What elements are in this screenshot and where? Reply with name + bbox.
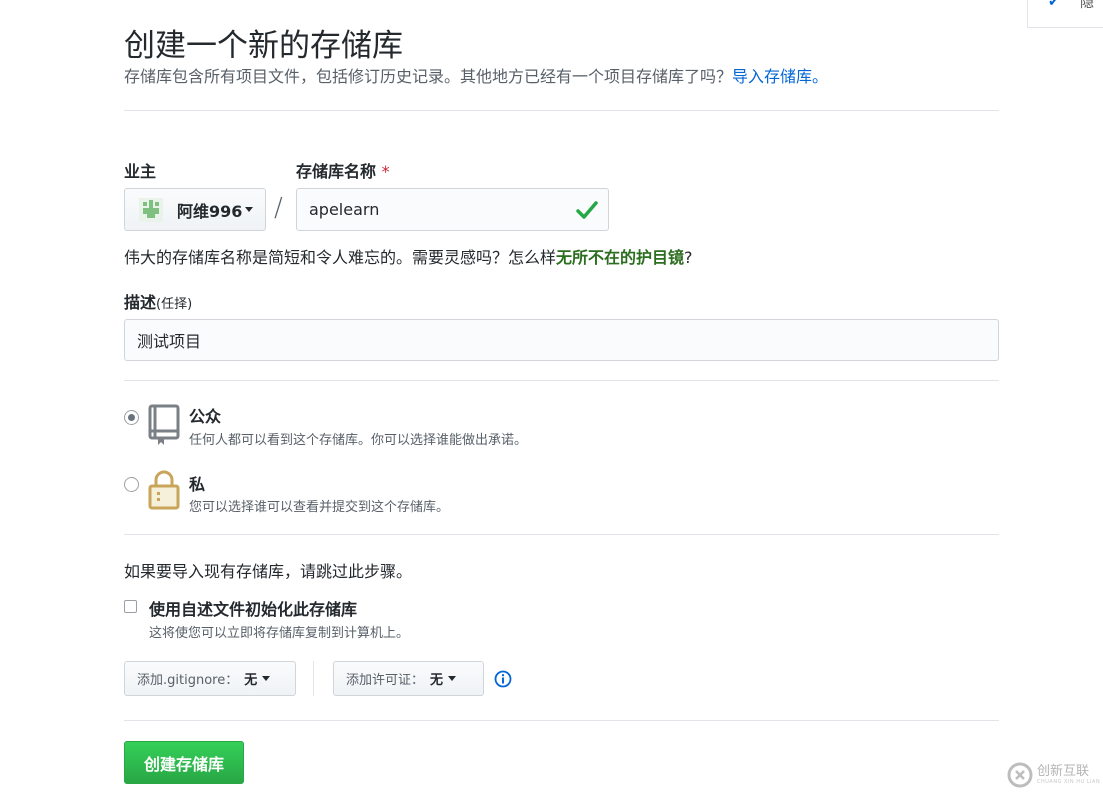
watermark-logo-icon — [1007, 762, 1033, 788]
watermark-sub-text: CHUANG XIN HU LIAN — [1037, 779, 1101, 785]
header-divider — [124, 110, 999, 111]
watermark: 创新互联 CHUANG XIN HU LIAN — [1003, 753, 1103, 797]
owner-select-button[interactable]: 阿维996 — [124, 188, 266, 231]
chevron-down-icon — [245, 207, 254, 212]
description-label: 描述(任择) — [124, 289, 192, 313]
page-subtitle: 存储库包含所有项目文件，包括修订历史记录。其他地方已经有一个项目存储库了吗？导入… — [124, 63, 828, 87]
public-desc: 任何人都可以看到这个存储库。你可以选择谁能做出承诺。 — [189, 433, 528, 448]
valid-check-icon — [576, 201, 598, 219]
check-mark-icon: ✔ — [1048, 0, 1060, 10]
create-repository-button[interactable]: 创建存储库 — [124, 741, 244, 784]
repo-name-input[interactable] — [296, 188, 609, 231]
private-radio[interactable] — [124, 477, 139, 492]
repo-name-label-text: 存储库名称 — [296, 162, 377, 181]
visibility-divider — [124, 534, 999, 535]
watermark-main-text: 创新互联 — [1037, 764, 1090, 779]
description-input[interactable] — [124, 319, 999, 361]
description-divider — [124, 380, 999, 381]
import-repository-link[interactable]: 导入存储库。 — [732, 67, 828, 86]
license-select-button[interactable]: 添加许可证： 无 — [333, 661, 484, 696]
lock-icon — [148, 470, 180, 510]
license-value: 无 — [430, 673, 444, 688]
chevron-down-icon — [448, 676, 457, 681]
public-radio[interactable] — [124, 410, 139, 425]
name-hint: 伟大的存储库名称是简短和令人难忘的。需要灵感吗？怎么样无所不在的护目镜? — [124, 244, 693, 268]
top-corner-panel: ✔ 隐 — [1027, 0, 1103, 28]
select-separator — [313, 661, 314, 696]
optional-tag: (任择) — [156, 297, 193, 312]
owner-label: 业主 — [124, 162, 157, 181]
chevron-down-icon — [262, 676, 271, 681]
gitignore-select-button[interactable]: 添加.gitignore： 无 — [124, 661, 296, 696]
subtitle-text: 存储库包含所有项目文件，包括修订历史记录。其他地方已经有一个项目存储库了吗？ — [124, 67, 733, 86]
readme-checkbox-label[interactable]: 使用自述文件初始化此存储库 — [149, 596, 357, 620]
owner-name: 阿维996 — [177, 201, 243, 221]
required-mark: * — [381, 162, 390, 181]
license-label: 添加许可证： — [346, 673, 425, 688]
repo-icon — [148, 404, 180, 445]
hint-suffix: ? — [684, 248, 693, 267]
gitignore-label: 添加.gitignore： — [137, 673, 239, 688]
info-icon[interactable] — [494, 670, 512, 688]
private-title: 私 — [189, 475, 206, 494]
import-note: 如果要导入现有存储库，请跳过此步骤。 — [124, 562, 413, 581]
public-title: 公众 — [189, 407, 222, 426]
description-label-text: 描述 — [124, 293, 157, 312]
name-suggestion[interactable]: 无所不在的护目镜 — [556, 248, 684, 267]
page-title: 创建一个新的存储库 — [124, 28, 403, 64]
repo-name-label: 存储库名称 * — [296, 158, 390, 182]
corner-text: 隐 — [1080, 0, 1094, 11]
form-bottom-divider — [124, 720, 999, 721]
readme-checkbox[interactable] — [124, 600, 137, 613]
owner-repo-separator: / — [274, 193, 283, 223]
readme-checkbox-desc: 这将使您可以立即将存储库复制到计算机上。 — [149, 626, 410, 641]
private-desc: 您可以选择谁可以查看并提交到这个存储库。 — [189, 500, 450, 515]
watermark-text: 创新互联 CHUANG XIN HU LIAN — [1037, 765, 1100, 785]
owner-avatar-icon — [139, 197, 163, 222]
gitignore-value: 无 — [244, 673, 258, 688]
hint-prefix: 伟大的存储库名称是简短和令人难忘的。需要灵感吗？怎么样 — [124, 248, 557, 267]
